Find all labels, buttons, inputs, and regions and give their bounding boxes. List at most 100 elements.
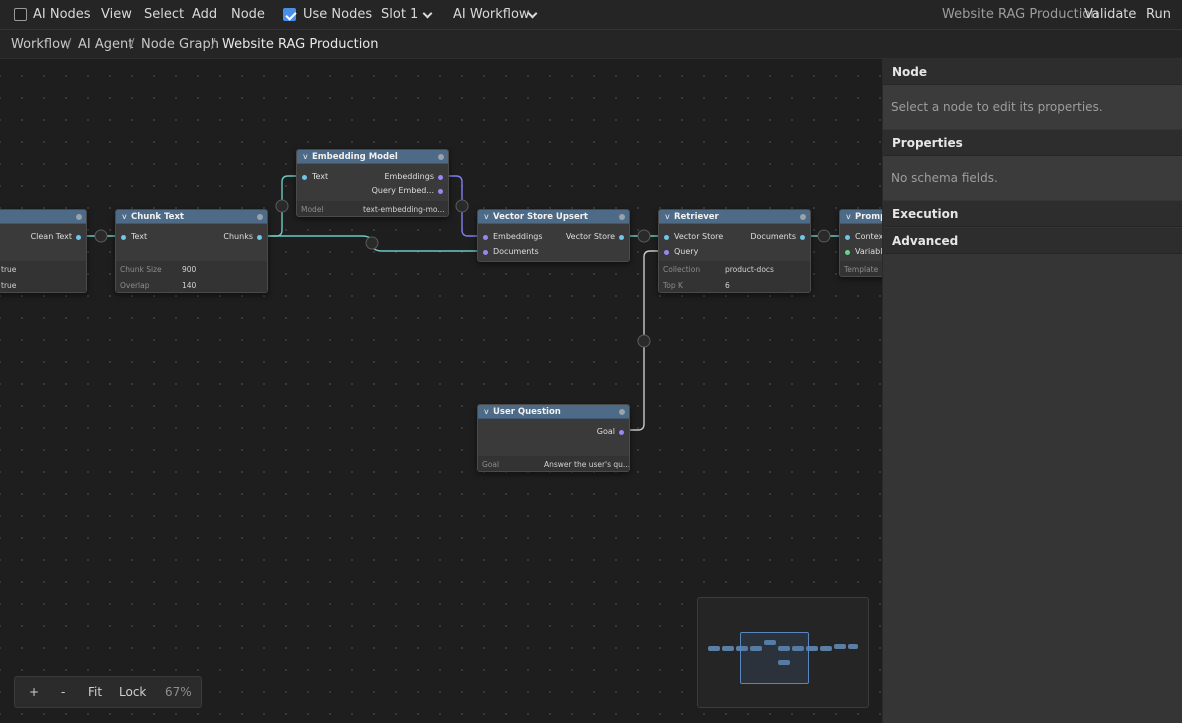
node-property-row[interactable]: Top K 6: [659, 277, 810, 292]
node-graph-canvas[interactable]: Clean Text true true v Chunk Text Text C…: [0, 59, 882, 723]
breadcrumb-separator: /: [211, 37, 216, 52]
validate-button[interactable]: Validate: [1084, 0, 1136, 30]
input-port-embeddings[interactable]: [483, 234, 488, 240]
fit-button[interactable]: Fit: [88, 677, 102, 707]
property-key: Collection: [663, 265, 701, 274]
node-property-row[interactable]: Goal Answer the user's qu...: [478, 456, 630, 471]
section-title: Execution: [892, 207, 959, 221]
minimap-node: [820, 646, 832, 651]
output-port-clean-text[interactable]: [76, 234, 81, 240]
output-port-chunks[interactable]: [257, 234, 262, 240]
use-nodes-checkbox-icon[interactable]: [283, 8, 296, 21]
collapse-triangle-icon[interactable]: v: [303, 151, 308, 163]
property-key: Template: [844, 265, 879, 274]
property-value: 140: [182, 281, 197, 290]
properties-hint-text: No schema fields.: [891, 171, 998, 185]
node-header[interactable]: v User Question: [478, 405, 629, 419]
port-label-query: Query: [674, 247, 699, 256]
node-header[interactable]: v Prompt: [840, 210, 882, 224]
menu-select[interactable]: Select: [144, 0, 184, 30]
slot-select[interactable]: Slot 1: [381, 0, 418, 30]
section-execution-header[interactable]: Execution: [883, 201, 1182, 227]
node-header[interactable]: v Chunk Text: [116, 210, 267, 224]
input-port-text[interactable]: [302, 174, 307, 180]
output-port-documents[interactable]: [800, 234, 805, 240]
property-value: Answer the user's qu...: [544, 460, 630, 469]
reroute-icon: [365, 236, 379, 250]
node-embedding-model[interactable]: v Embedding Model Text Embeddings Query …: [296, 149, 449, 217]
section-advanced-header[interactable]: Advanced: [883, 228, 1182, 254]
input-port-variables[interactable]: [845, 249, 850, 255]
node-header[interactable]: v Embedding Model: [297, 150, 448, 164]
minimap[interactable]: [697, 597, 869, 708]
property-key: Overlap: [120, 281, 150, 290]
collapse-triangle-icon[interactable]: v: [665, 211, 670, 223]
input-port-documents[interactable]: [483, 249, 488, 255]
chevron-down-icon[interactable]: [422, 8, 433, 19]
node-property-row[interactable]: Chunk Size 900: [116, 261, 267, 277]
workflow-select[interactable]: AI Workflow: [453, 0, 530, 30]
port-label-clean-text: Clean Text: [30, 232, 72, 241]
menu-add[interactable]: Add: [192, 0, 217, 30]
output-port-query-embedding[interactable]: [438, 188, 443, 194]
node-status-dot-icon: [619, 214, 625, 220]
property-value: 900: [182, 265, 197, 274]
input-port-vector-store[interactable]: [664, 234, 669, 240]
breadcrumb-workflow[interactable]: Workflow: [11, 30, 71, 59]
node-property-row[interactable]: true: [0, 261, 86, 277]
collapse-triangle-icon[interactable]: v: [484, 406, 489, 418]
lock-button[interactable]: Lock: [119, 677, 146, 707]
reroute-icon: [94, 229, 108, 243]
zoom-out-button[interactable]: -: [61, 677, 65, 707]
node-property-row[interactable]: Template: [840, 261, 882, 276]
menu-view[interactable]: View: [101, 0, 132, 30]
ai-nodes-checkbox-icon[interactable]: [14, 8, 27, 21]
node-header[interactable]: v Vector Store Upsert: [478, 210, 629, 224]
node-title: Vector Store Upsert: [493, 212, 588, 222]
input-port-text[interactable]: [121, 234, 126, 240]
node-status-dot-icon: [619, 409, 625, 415]
node-property-row[interactable]: Collection product-docs: [659, 261, 810, 277]
port-label-context: Context: [855, 232, 882, 241]
output-port-vector-store[interactable]: [619, 234, 624, 240]
node-header[interactable]: v Retriever: [659, 210, 810, 224]
minimap-node: [834, 644, 846, 649]
minimap-viewport[interactable]: [740, 632, 809, 684]
zoom-in-button[interactable]: +: [29, 677, 39, 707]
node-title: Prompt: [855, 212, 882, 222]
node-prompt[interactable]: v Prompt Context Variables Template: [839, 209, 882, 277]
node-vector-store-upsert[interactable]: v Vector Store Upsert Embeddings Vector …: [477, 209, 630, 262]
output-port-goal[interactable]: [619, 429, 624, 435]
port-label-query-embedding: Query Embed...: [371, 186, 434, 195]
node-chunk-text[interactable]: v Chunk Text Text Chunks Chunk Size 900 …: [115, 209, 268, 293]
node-property-row[interactable]: Overlap 140: [116, 277, 267, 292]
minimap-node: [722, 646, 734, 651]
input-port-context[interactable]: [845, 234, 850, 240]
breadcrumb-ai-agent[interactable]: AI Agent: [78, 30, 133, 59]
collapse-triangle-icon[interactable]: v: [484, 211, 489, 223]
section-node-header[interactable]: Node: [883, 59, 1182, 85]
menu-node[interactable]: Node: [231, 0, 265, 30]
port-label-documents: Documents: [493, 247, 539, 256]
breadcrumb: Workflow / AI Agent / Node Graph / Websi…: [0, 30, 1182, 59]
node-property-row[interactable]: Model text-embedding-mo...: [297, 201, 448, 216]
property-key: Top K: [663, 281, 683, 290]
collapse-triangle-icon[interactable]: v: [846, 211, 851, 223]
section-title: Advanced: [892, 234, 959, 248]
node-retriever[interactable]: v Retriever Vector Store Documents Query…: [658, 209, 811, 293]
node-title: Retriever: [674, 212, 719, 222]
section-title: Properties: [892, 136, 963, 150]
input-port-query[interactable]: [664, 249, 669, 255]
node-clean-text[interactable]: Clean Text true true: [0, 209, 87, 293]
node-property-row[interactable]: true: [0, 277, 86, 292]
run-button[interactable]: Run: [1146, 0, 1171, 30]
section-properties-header[interactable]: Properties: [883, 130, 1182, 156]
breadcrumb-node-graph[interactable]: Node Graph: [141, 30, 219, 59]
node-user-question[interactable]: v User Question Goal Goal Answer the use…: [477, 404, 630, 472]
collapse-triangle-icon[interactable]: v: [122, 211, 127, 223]
node-hint-text: Select a node to edit its properties.: [891, 100, 1103, 114]
node-header[interactable]: [0, 210, 86, 224]
use-nodes-toggle[interactable]: Use Nodes: [303, 0, 372, 30]
output-port-embeddings[interactable]: [438, 174, 443, 180]
ai-nodes-toggle[interactable]: AI Nodes: [33, 0, 91, 30]
